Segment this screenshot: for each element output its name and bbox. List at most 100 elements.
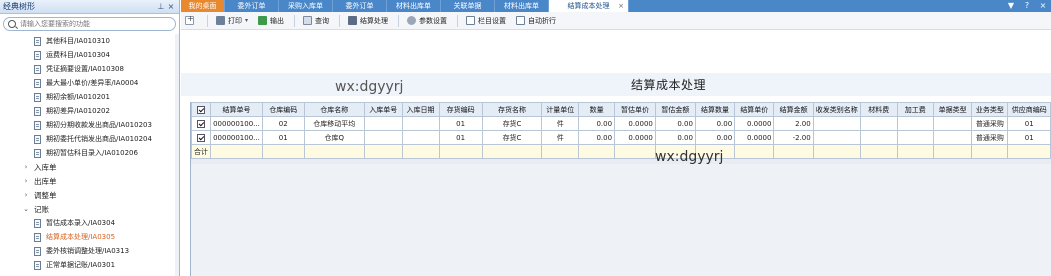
tab[interactable]: 结算成本处理 × bbox=[549, 0, 629, 12]
search-input[interactable] bbox=[20, 20, 171, 28]
table-cell[interactable]: 000000100... bbox=[210, 130, 263, 145]
table-cell[interactable]: 0.0000 bbox=[734, 130, 775, 145]
settle-button[interactable]: 结算处理 bbox=[348, 16, 388, 26]
columns-button[interactable]: 栏目设置 bbox=[466, 16, 506, 26]
tab[interactable]: 委外订单 bbox=[225, 0, 279, 12]
table-cell[interactable]: 01 bbox=[1007, 130, 1051, 145]
tree-item[interactable]: 期初余额/IA010201 bbox=[0, 90, 176, 104]
expand-arrow-icon[interactable]: › bbox=[22, 163, 30, 171]
table-cell[interactable]: 存货C bbox=[481, 116, 543, 131]
close-window-icon[interactable]: × bbox=[1035, 0, 1051, 12]
table-row[interactable]: 000000100... 01 仓库Q 01 存货C 件 0.00 0.0000 0.00 0.0… bbox=[191, 130, 1051, 145]
tree-item[interactable]: 期初委托代销发出商品/IA010204 bbox=[0, 132, 176, 146]
tab[interactable]: 材料出库单 bbox=[387, 0, 441, 12]
table-cell[interactable] bbox=[932, 130, 973, 145]
column-header[interactable]: 业务类型 bbox=[971, 102, 1009, 117]
row-select-cell[interactable] bbox=[191, 130, 211, 145]
close-icon[interactable]: × bbox=[166, 2, 176, 11]
table-cell[interactable]: 01 bbox=[1007, 116, 1051, 131]
row-select-cell[interactable] bbox=[191, 116, 211, 131]
tab[interactable]: 委外订单 bbox=[333, 0, 387, 12]
export-button[interactable]: 输出 bbox=[258, 16, 284, 26]
expand-arrow-icon[interactable]: › bbox=[22, 191, 30, 199]
column-header[interactable]: 暂估金额 bbox=[654, 102, 696, 117]
query-button[interactable]: 查询 bbox=[303, 16, 329, 26]
table-cell[interactable]: 0.00 bbox=[694, 116, 736, 131]
table-cell[interactable]: 件 bbox=[541, 130, 580, 145]
add-button[interactable] bbox=[185, 14, 197, 25]
table-cell[interactable]: 0.0000 bbox=[614, 116, 656, 131]
close-tab-icon[interactable]: × bbox=[618, 0, 624, 12]
tree-item[interactable]: 凭证摘要设置/IA010308 bbox=[0, 62, 176, 76]
table-cell[interactable]: 000000100... bbox=[210, 116, 263, 131]
tab[interactable]: 我的桌面 bbox=[181, 0, 225, 12]
column-header[interactable]: 存货编码 bbox=[438, 102, 483, 117]
column-header[interactable]: 入库单号 bbox=[363, 102, 403, 117]
table-cell[interactable] bbox=[812, 116, 861, 131]
tree-group[interactable]: ⌄ 记账 bbox=[0, 202, 176, 216]
column-header[interactable]: 仓库名称 bbox=[303, 102, 365, 117]
tab[interactable]: 材料出库单 bbox=[495, 0, 549, 12]
checkbox-icon[interactable] bbox=[197, 105, 205, 114]
table-cell[interactable] bbox=[896, 130, 934, 145]
select-all-checkbox[interactable] bbox=[191, 102, 211, 117]
table-cell[interactable]: 02 bbox=[261, 116, 305, 131]
column-header[interactable]: 结算金额 bbox=[773, 102, 814, 117]
tree-item[interactable]: 结算成本处理/IA0305 bbox=[0, 230, 176, 244]
expand-arrow-icon[interactable]: ⌄ bbox=[22, 205, 30, 213]
tree-item[interactable]: 期初分期收款发出商品/IA010203 bbox=[0, 118, 176, 132]
table-cell[interactable]: 0.00 bbox=[578, 130, 616, 145]
table-cell[interactable]: 0.0000 bbox=[734, 116, 775, 131]
tree-item[interactable]: 期初差异/IA010202 bbox=[0, 104, 176, 118]
table-cell[interactable] bbox=[401, 116, 440, 131]
tree-item[interactable]: 暂估成本录入/IA0304 bbox=[0, 216, 176, 230]
column-header[interactable]: 存货名称 bbox=[481, 102, 543, 117]
sidebar-scrollbar[interactable] bbox=[175, 34, 179, 276]
tree-item[interactable]: 正常单据记账/IA0301 bbox=[0, 258, 176, 272]
table-cell[interactable]: 01 bbox=[438, 116, 483, 131]
table-cell[interactable]: 0.00 bbox=[578, 116, 616, 131]
table-cell[interactable]: 0.00 bbox=[694, 130, 736, 145]
column-header[interactable]: 入库日期 bbox=[401, 102, 440, 117]
column-header[interactable]: 加工费 bbox=[896, 102, 934, 117]
tree-item[interactable]: 最大最小单价/差异率/IA0004 bbox=[0, 76, 176, 90]
table-cell[interactable]: 0.0000 bbox=[614, 130, 656, 145]
column-header[interactable]: 数量 bbox=[578, 102, 616, 117]
column-header[interactable]: 结算单号 bbox=[210, 102, 263, 117]
tree-group[interactable]: › 出库单 bbox=[0, 174, 176, 188]
table-cell[interactable]: 仓库移动平均 bbox=[303, 116, 365, 131]
table-cell[interactable]: -2.00 bbox=[773, 130, 814, 145]
table-cell[interactable]: 01 bbox=[438, 130, 483, 145]
table-cell[interactable]: 普通采购 bbox=[971, 130, 1009, 145]
table-cell[interactable]: 普通采购 bbox=[971, 116, 1009, 131]
table-cell[interactable]: 存货C bbox=[481, 130, 543, 145]
table-cell[interactable] bbox=[932, 116, 973, 131]
tree-item[interactable]: 委外核销调整处理/IA0313 bbox=[0, 244, 176, 258]
table-cell[interactable]: 2.00 bbox=[773, 116, 814, 131]
column-header[interactable]: 计量单位 bbox=[541, 102, 580, 117]
table-cell[interactable] bbox=[363, 130, 403, 145]
column-header[interactable]: 供应商编码 bbox=[1007, 102, 1051, 117]
table-cell[interactable]: 0.00 bbox=[654, 130, 696, 145]
params-button[interactable]: 参数设置 bbox=[407, 16, 447, 26]
tab[interactable]: 关联单据 bbox=[441, 0, 495, 12]
table-cell[interactable]: 件 bbox=[541, 116, 580, 131]
column-header[interactable]: 结算数量 bbox=[694, 102, 736, 117]
table-cell[interactable]: 0.00 bbox=[654, 116, 696, 131]
tree-item[interactable]: 其他科目/IA010310 bbox=[0, 34, 176, 48]
table-cell[interactable] bbox=[401, 130, 440, 145]
column-header[interactable]: 仓库编码 bbox=[261, 102, 305, 117]
table-cell[interactable] bbox=[859, 116, 898, 131]
table-row[interactable]: 000000100... 02 仓库移动平均 01 存货C 件 0.00 0.0000 0.00… bbox=[191, 116, 1051, 131]
tree-item[interactable]: 期初暂估科目录入/IA010206 bbox=[0, 146, 176, 160]
column-header[interactable]: 材料费 bbox=[859, 102, 898, 117]
column-header[interactable]: 单据类型 bbox=[932, 102, 973, 117]
column-header[interactable]: 结算单价 bbox=[734, 102, 775, 117]
expand-arrow-icon[interactable]: › bbox=[22, 177, 30, 185]
table-cell[interactable] bbox=[363, 116, 403, 131]
row-checkbox[interactable] bbox=[197, 119, 205, 128]
help-icon[interactable]: ? bbox=[1019, 0, 1035, 12]
print-button[interactable]: 打印 ▾ bbox=[216, 16, 248, 26]
table-cell[interactable] bbox=[812, 130, 861, 145]
table-cell[interactable]: 01 bbox=[261, 130, 305, 145]
